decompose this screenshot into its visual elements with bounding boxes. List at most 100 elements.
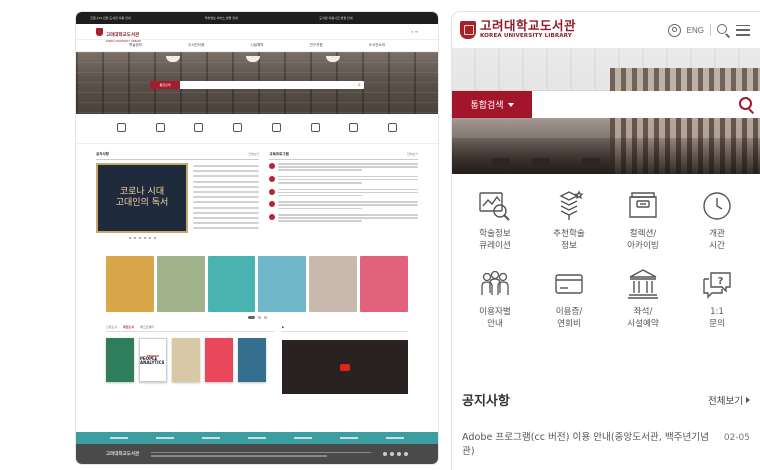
notice-item-date: 02-05 [723,433,750,443]
quick-item[interactable] [155,123,165,134]
desktop-notice-title: 공지사항 전체보기 [96,152,260,160]
nav-item[interactable]: 연구지원 [310,43,323,48]
promo-card[interactable] [106,256,154,312]
chevron-right-icon [746,396,750,403]
nav-item[interactable]: 시설예약 [251,43,264,48]
mobile-logo[interactable]: 고려대학교도서관 KOREA UNIVERSITY LIBRARY [460,19,576,40]
desktop-search-bar[interactable]: 통합검색 ⌕ [150,81,364,89]
tab-new-books[interactable]: 신착도서 [106,325,117,329]
top-notice-1[interactable]: 코로나19 관련 도서관 이용 안내 [90,16,195,20]
promo-card[interactable] [309,256,358,312]
desktop-program-board: 교육프로그램 전체보기 [269,152,418,252]
book-cover[interactable] [238,338,266,382]
promo-card[interactable] [156,256,205,312]
book-cover[interactable] [172,338,200,382]
play-icon[interactable] [340,364,350,371]
quick-item[interactable] [194,123,204,134]
tile-label: 1:1 문의 [709,307,725,329]
search-type-select[interactable]: 통합검색 [452,91,532,118]
quick-item[interactable] [310,123,320,134]
notice-item[interactable]: Adobe 프로그램(cc 버전) 이용 안내(중앙도서관, 백주년기념관) 0… [462,431,750,460]
desktop-logo[interactable]: 고려대학교도서관 KOREA UNIVERSITY LIBRARY [96,21,141,43]
nav-item[interactable]: 도서관이용 [188,43,204,48]
desktop-hero: 통합검색 ⌕ [76,52,438,114]
sns-icons[interactable] [383,452,408,456]
tile-label: 컬렉션/ 아카이빙 [627,229,659,251]
mobile-header: 고려대학교도서관 KOREA UNIVERSITY LIBRARY ENG [452,12,760,48]
chevron-down-icon [507,102,514,107]
desktop-promo-cards [76,256,438,312]
svg-text:?: ? [718,276,724,287]
curation-icon [477,188,513,224]
top-notice-3[interactable]: 도서관 이용시간 변경 안내 [319,16,424,20]
program-item[interactable] [269,201,418,210]
search-button-icon[interactable] [732,91,760,118]
video-player[interactable] [282,340,408,394]
tile-label: 이용증/ 연회비 [555,307,583,329]
program-item[interactable] [269,214,418,222]
tab-bestseller[interactable]: 베스트셀러 [140,325,154,329]
mobile-search-bar: 통합검색 [452,91,760,118]
quick-item[interactable] [388,123,398,134]
quick-item[interactable] [116,123,126,134]
view-all-link[interactable]: 전체보기 [708,393,750,407]
quick-tile-inquiry[interactable]: ? 1:1 문의 [680,266,754,330]
book-cover[interactable] [205,338,233,382]
view-all-label: 전체보기 [708,395,743,407]
desktop-books-section: 신착도서 추천도서 베스트셀러 PEOPLE PEOPLE ANALYTICS … [76,322,438,398]
tile-label: 학술정보 큐레이션 [479,229,511,251]
crest-icon [460,21,476,39]
library-interior-image [452,138,760,174]
quick-tile-card[interactable]: 이용증/ 연회비 [532,266,606,330]
promo-card[interactable] [360,256,408,312]
quick-tile-archive[interactable]: 컬렉션/ 아카이빙 [606,188,680,252]
promo-pagination[interactable] [76,312,438,322]
users-icon [477,266,513,302]
reading-banner[interactable]: 코로나 시대 고대인의 독서 [96,163,188,233]
language-toggle[interactable]: ENG [687,26,704,35]
desktop-search-select[interactable]: 통합검색 [150,81,180,89]
quick-tile-curation[interactable]: 학술정보 큐레이션 [458,188,532,252]
quick-item[interactable] [271,123,281,134]
mobile-screenshot: 고려대학교도서관 KOREA UNIVERSITY LIBRARY ENG 통합… [452,12,760,470]
hamburger-menu-icon[interactable] [736,24,750,36]
mobile-hero: 통합검색 [452,48,760,174]
banner-pagination[interactable] [96,237,188,239]
inquiry-icon: ? [699,266,735,302]
quick-icon [271,123,281,132]
tab-recommended[interactable]: 추천도서 [123,325,134,329]
desktop-logo-name: 고려대학교도서관 [106,32,140,38]
quick-item[interactable] [233,123,243,134]
program-item[interactable] [269,175,418,184]
search-icon[interactable] [717,23,730,37]
quick-icon [388,123,398,132]
quick-item[interactable] [349,123,359,134]
quick-tile-user-guide[interactable]: 이용자별 안내 [458,266,532,330]
book-cover[interactable] [106,338,134,382]
program-item[interactable] [269,163,418,171]
search-type-label: 통합검색 [470,101,504,111]
quick-menu-grid: 학술정보 큐레이션 추천학술 정보 컬렉션/ 아카이빙 개관 시간 이용자별 안… [452,174,760,330]
search-icon[interactable]: ⌕ [358,82,364,88]
quick-icon [233,123,243,132]
recommend-icon [551,188,587,224]
top-notice-2[interactable]: 학술정보 서비스 변경 안내 [205,16,310,20]
nav-item[interactable]: 학술정보 [129,43,142,48]
quick-tile-recommend[interactable]: 추천학술 정보 [532,188,606,252]
search-input[interactable] [532,91,732,118]
promo-card[interactable] [258,256,307,312]
desktop-notice-more[interactable]: 전체보기 [248,152,259,157]
nav-item[interactable]: 도서관소개 [369,43,385,48]
tile-label: 추천학술 정보 [553,229,585,251]
book-cover[interactable]: PEOPLE PEOPLE ANALYTICS [139,338,167,382]
desktop-program-title: 교육프로그램 전체보기 [269,152,418,160]
program-item[interactable] [269,188,418,197]
quick-tile-hours[interactable]: 개관 시간 [680,188,754,252]
mobile-notice-section: 공지사항 전체보기 Adobe 프로그램(cc 버전) 이용 안내(중앙도서관,… [452,390,760,460]
desktop-quick-menu [76,114,438,144]
quick-tile-reservation[interactable]: 좌석/ 시설예약 [606,266,680,330]
desktop-header-utils[interactable]: ⌕ ≡ [411,29,418,34]
header-utilities: ENG [667,23,750,37]
user-icon[interactable] [667,23,681,37]
promo-card[interactable] [207,256,256,312]
